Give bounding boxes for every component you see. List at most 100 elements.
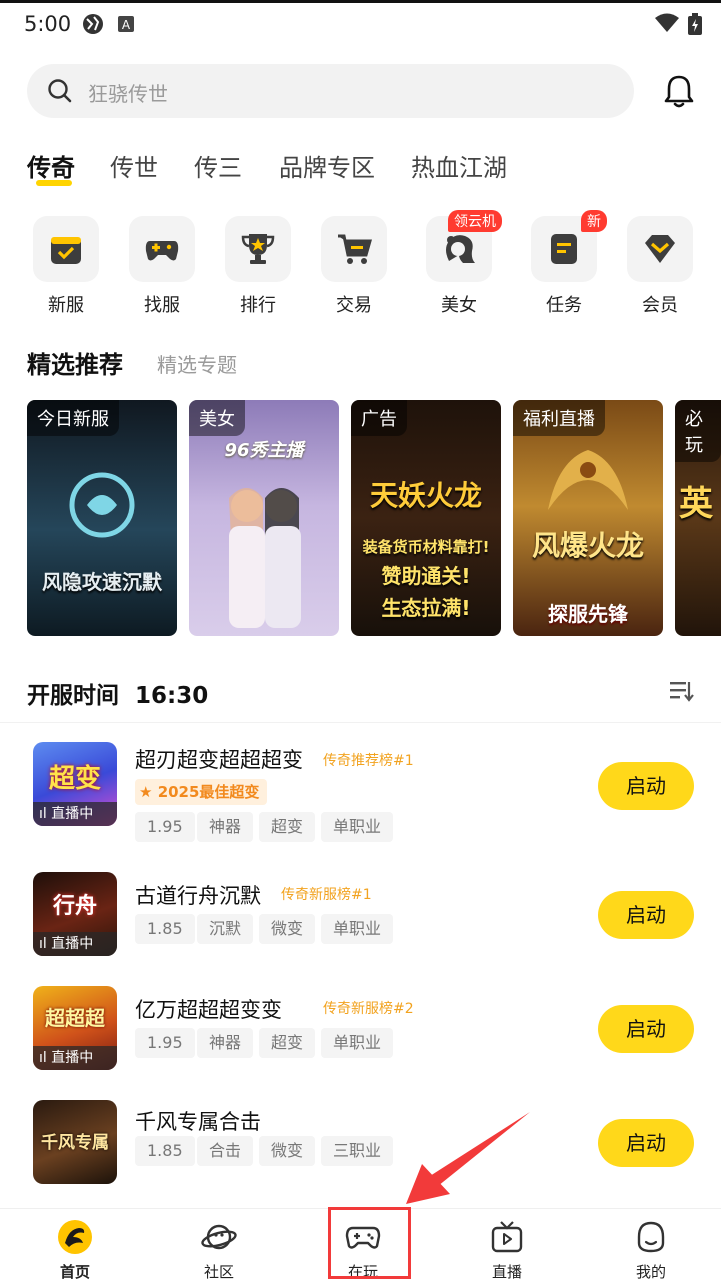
tag-chip: 单职业 — [321, 812, 394, 842]
featured-topics-link[interactable]: 精选专题 — [157, 349, 237, 378]
tag-chip: 单职业 — [321, 914, 394, 944]
battery-icon — [688, 13, 702, 39]
quick-label: 交易 — [336, 295, 372, 316]
nav-mine[interactable]: 我的 — [606, 1209, 696, 1280]
user-icon — [637, 1221, 665, 1253]
tag-chip: 1.95 — [135, 812, 195, 842]
trophy-icon — [241, 234, 275, 264]
list-item[interactable]: 千风专属 千风专属合击 1.85 合击 微变 三职业 启动 — [0, 1098, 721, 1198]
search-input[interactable]: 狂骁传世 — [27, 64, 634, 118]
banner-welfare-live[interactable]: 风爆火龙 探服先锋 福利直播 — [513, 400, 663, 636]
banner-art-text: 96秀主播 — [224, 440, 304, 461]
calendar-check-icon — [51, 237, 81, 264]
game-thumbnail: 超变 ıl 直播中 — [33, 742, 117, 826]
tag-chip: 1.85 — [135, 1136, 195, 1166]
cart-icon — [338, 234, 372, 264]
quick-label: 会员 — [642, 295, 678, 316]
launch-button[interactable]: 启动 — [598, 1119, 694, 1167]
tab-chuanqi[interactable]: 传奇 — [27, 148, 75, 183]
globe-icon — [82, 13, 104, 39]
nav-label: 首页 — [59, 1263, 90, 1280]
divider — [0, 722, 721, 723]
list-item[interactable]: 行舟 ıl 直播中 古道行舟沉默 传奇新服榜#1 1.85 沉默 微变 单职业 … — [0, 870, 721, 970]
game-thumbnail: 超超超 ıl 直播中 — [33, 986, 117, 1070]
banner-art-text: 天妖火龙 — [369, 479, 482, 512]
game-name: 千风专属合击 — [135, 1110, 261, 1134]
quick-label: 排行 — [240, 295, 276, 316]
featured-title: 精选推荐 — [27, 351, 123, 379]
bell-icon[interactable] — [663, 74, 695, 112]
wifi-icon — [655, 13, 679, 37]
banner-tag: 广告 — [351, 400, 407, 436]
girl-avatar-icon — [446, 235, 475, 263]
tab-chuansan[interactable]: 传三 — [194, 148, 242, 183]
dragon-icon — [548, 450, 628, 510]
quick-task[interactable]: 新 任务 — [531, 210, 607, 316]
nav-label: 直播 — [491, 1263, 522, 1280]
sort-icon[interactable] — [668, 678, 694, 708]
tag-chip: 三职业 — [321, 1136, 394, 1166]
quick-label: 找服 — [144, 295, 180, 316]
streamer-photo-icon — [229, 488, 301, 628]
quick-trade[interactable]: 交易 — [321, 216, 387, 316]
svg-text:A: A — [122, 18, 131, 32]
badge-new: 新 — [581, 210, 607, 232]
nav-home[interactable]: 首页 — [30, 1209, 120, 1280]
status-time: 5:00 — [24, 12, 72, 36]
quick-find-server[interactable]: 找服 — [129, 216, 195, 316]
quick-beauty[interactable]: 领云机 美女 — [426, 210, 502, 316]
game-thumbnail: 千风专属 — [33, 1100, 117, 1184]
banner-line: 探服先锋 — [548, 602, 628, 626]
launch-button[interactable]: 启动 — [598, 891, 694, 939]
tv-icon — [491, 1221, 523, 1253]
tab-active-indicator — [36, 180, 72, 186]
search-placeholder: 狂骁传世 — [88, 82, 168, 106]
live-badge: ıl 直播中 — [33, 802, 117, 826]
tab-chuanshi[interactable]: 传世 — [110, 148, 158, 183]
nav-live[interactable]: 直播 — [462, 1209, 552, 1280]
search-icon — [47, 78, 73, 108]
launch-button[interactable]: 启动 — [598, 1005, 694, 1053]
banner-line: 赞助通关! — [381, 564, 471, 588]
quick-label: 任务 — [546, 295, 582, 316]
task-icon — [551, 234, 577, 264]
medal-icon: ★ — [139, 783, 153, 801]
nav-label: 我的 — [635, 1263, 666, 1280]
server-time-title: 开服时间 16:30 — [27, 683, 209, 709]
tag-chip: 超变 — [259, 1028, 316, 1058]
tab-rexue[interactable]: 热血江湖 — [411, 148, 507, 183]
tag-chip: 微变 — [259, 914, 316, 944]
rank-label: 传奇新服榜#1 — [281, 887, 372, 903]
tag-chip: 合击 — [197, 1136, 254, 1166]
swirl-emblem-icon — [69, 472, 135, 538]
list-item[interactable]: 超超超 ıl 直播中 亿万超超超变变 传奇新服榜#2 1.95 神器 超变 单职… — [0, 984, 721, 1084]
live-badge: ıl 直播中 — [33, 932, 117, 956]
banner-must-play[interactable]: 英 必玩 — [675, 400, 721, 636]
quick-ranking[interactable]: 排行 — [225, 216, 291, 316]
quick-label: 新服 — [48, 295, 84, 316]
banner-new-server[interactable]: 风隐攻速沉默 今日新服 — [27, 400, 177, 636]
banner-beauty[interactable]: 96秀主播 美女 — [189, 400, 339, 636]
game-thumbnail: 行舟 ıl 直播中 — [33, 872, 117, 956]
tab-brand-zone[interactable]: 品牌专区 — [279, 148, 375, 183]
list-item[interactable]: 超变 ıl 直播中 超刃超变超超超变 传奇推荐榜#1 ★ 2025最佳超变 1.… — [0, 740, 721, 842]
launch-button[interactable]: 启动 — [598, 762, 694, 810]
game-name: 古道行舟沉默 — [135, 884, 261, 908]
highlight-box — [328, 1207, 411, 1279]
nav-label: 社区 — [203, 1263, 234, 1280]
rank-label: 传奇新服榜#2 — [323, 1001, 414, 1017]
award-badge: ★ 2025最佳超变 — [135, 779, 268, 805]
quick-new-server[interactable]: 新服 — [33, 216, 99, 316]
banner-tag: 必玩 — [675, 400, 721, 462]
banner-ad[interactable]: 天妖火龙 装备货币材料靠打! 赞助通关! 生态拉满! 广告 — [351, 400, 501, 636]
tag-chip: 微变 — [259, 1136, 316, 1166]
banner-tag: 美女 — [189, 400, 245, 436]
nav-community[interactable]: 社区 — [174, 1209, 264, 1280]
status-bar: 5:00 A — [0, 0, 721, 44]
banner-art-text: 风爆火龙 — [531, 529, 644, 562]
a-icon: A — [118, 16, 134, 36]
tag-chip: 神器 — [197, 812, 254, 842]
quick-vip[interactable]: 会员 — [627, 216, 693, 316]
vip-icon — [645, 235, 675, 263]
pointer-arrow-icon — [406, 1112, 530, 1204]
